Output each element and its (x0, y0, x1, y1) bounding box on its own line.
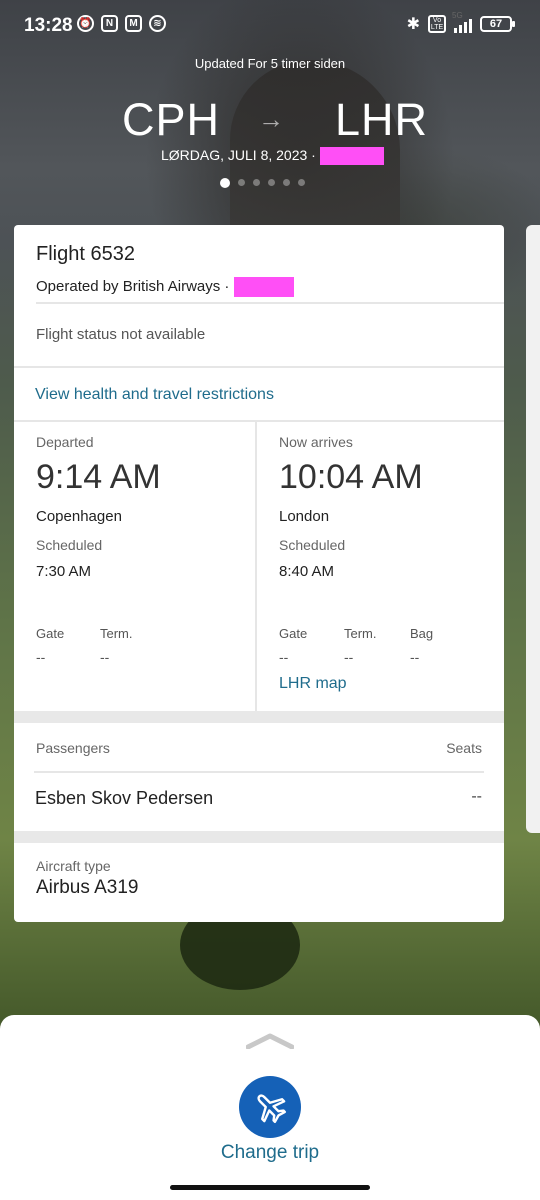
arrival-term-label: Term. (344, 626, 377, 641)
departure-scheduled-time: 7:30 AM (36, 563, 92, 580)
operated-by: Operated by British Airways · (36, 277, 504, 297)
aircraft-type-label: Aircraft type (36, 858, 111, 874)
page-dot[interactable] (283, 179, 290, 186)
nfc-icon: N (101, 15, 118, 32)
passenger-name[interactable]: Esben Skov Pedersen (35, 788, 213, 809)
bottom-sheet[interactable]: Change trip (0, 1015, 540, 1200)
next-flight-card-peek[interactable] (526, 225, 540, 833)
home-indicator[interactable] (170, 1185, 370, 1190)
page-dot[interactable] (253, 179, 260, 186)
operated-by-text: Operated by British Airways · (36, 277, 230, 295)
redacted-block (233, 277, 294, 297)
redacted-block (319, 147, 384, 166)
flight-status: Flight status not available (36, 326, 206, 343)
flight-number: Flight 6532 (36, 243, 135, 265)
arrow-right-icon: → (258, 104, 284, 134)
section-divider (14, 831, 504, 843)
origin-code: CPH (122, 94, 221, 145)
arrives-label: Now arrives (279, 434, 353, 450)
seats-header: Seats (446, 740, 482, 756)
destination-code: LHR (335, 94, 429, 145)
flight-date-text: LØRDAG, JULI 8, 2023 · (161, 147, 316, 163)
bluetooth-icon: ✱ (406, 16, 420, 33)
arrival-time: 10:04 AM (279, 458, 423, 496)
page-dot[interactable] (268, 179, 275, 186)
arrival-gate-label: Gate (279, 626, 308, 641)
page-dot-active[interactable] (220, 178, 230, 188)
route-header: CPH → LHR (0, 94, 540, 150)
system-icons: ✱ Vo LTE 5G 67 (406, 11, 515, 34)
alarm-icon: ⏰ (77, 15, 94, 32)
arrival-bag-value: -- (410, 649, 420, 665)
flight-card: Flight 6532 Operated by British Airways … (14, 225, 504, 922)
arrival-scheduled-label: Scheduled (279, 537, 346, 553)
page-indicator[interactable] (220, 178, 305, 188)
airport-map-link[interactable]: LHR map (279, 675, 347, 693)
signal-icon: 5G (452, 11, 472, 33)
gmail-icon: M (125, 15, 142, 32)
chevron-up-icon[interactable] (246, 1033, 294, 1049)
departure-time: 9:14 AM (36, 458, 161, 496)
divider (14, 366, 504, 368)
departure-scheduled-label: Scheduled (36, 537, 103, 553)
departure-term-label: Term. (100, 626, 133, 641)
notification-icons: ⏰ N M ≋ (77, 15, 166, 32)
page-dot[interactable] (238, 179, 245, 186)
divider (34, 771, 484, 773)
airplane-icon (257, 1094, 287, 1124)
departure-gate-label: Gate (36, 626, 65, 641)
arrival-term-value: -- (344, 649, 354, 665)
aircraft-type-value: Airbus A319 (36, 877, 139, 898)
arrival-gate-value: -- (279, 649, 289, 665)
departure-gate-value: -- (36, 649, 46, 665)
arrival-city: London (279, 508, 330, 525)
page-dot[interactable] (298, 179, 305, 186)
spotify-icon: ≋ (149, 15, 166, 32)
battery-icon: 67 (480, 16, 515, 32)
updated-text: Updated For 5 timer siden (194, 56, 346, 71)
arrival-column: Now arrives 10:04 AM London Scheduled 8:… (257, 422, 504, 711)
passengers-header: Passengers (36, 740, 110, 756)
health-restrictions-link[interactable]: View health and travel restrictions (35, 386, 504, 404)
departed-label: Departed (36, 434, 94, 450)
arrival-scheduled-time: 8:40 AM (279, 563, 335, 580)
divider (36, 302, 504, 304)
network-type-label: 5G (452, 11, 463, 20)
departure-city: Copenhagen (36, 508, 122, 525)
passenger-seat[interactable]: -- (471, 788, 482, 806)
flight-date: LØRDAG, JULI 8, 2023 · (161, 147, 384, 166)
arrival-bag-label: Bag (410, 626, 434, 641)
change-trip-label[interactable]: Change trip (0, 1142, 540, 1164)
status-bar: 13:28 ⏰ N M ≋ ✱ Vo LTE 5G 67 (0, 0, 540, 52)
section-divider (14, 711, 504, 723)
status-time: 13:28 (24, 15, 73, 36)
change-trip-button[interactable] (239, 1076, 301, 1138)
volte-icon: Vo LTE (428, 15, 446, 33)
departure-term-value: -- (100, 649, 110, 665)
departure-column: Departed 9:14 AM Copenhagen Scheduled 7:… (14, 422, 257, 711)
